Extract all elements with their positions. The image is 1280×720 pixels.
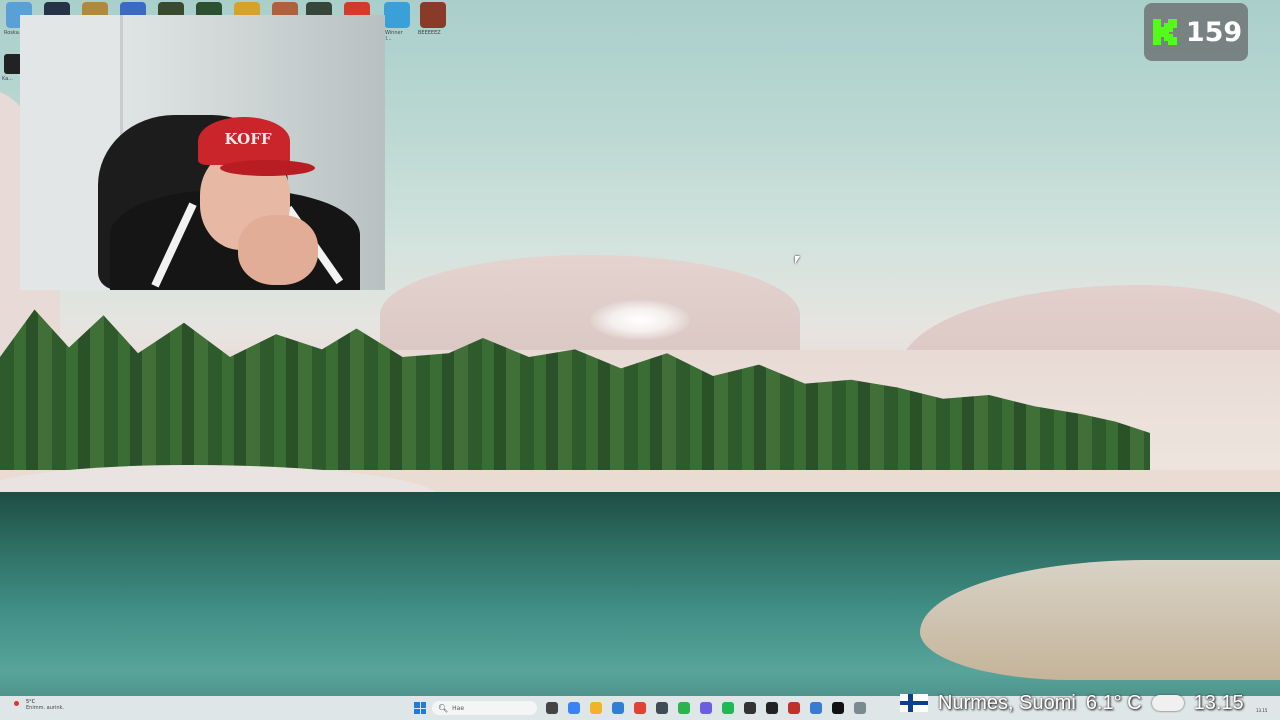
kick-logo-icon [1150, 17, 1180, 47]
start-button[interactable] [414, 702, 426, 714]
game-icon[interactable] [744, 702, 756, 714]
desktop-shortcut-label: yWinner Cl... [382, 30, 403, 42]
capcut-icon[interactable] [832, 702, 844, 714]
search-placeholder: Hae [452, 704, 465, 712]
viewer-count: 159 [1185, 16, 1243, 48]
app-icon-red[interactable] [788, 702, 800, 714]
app-icon-teal[interactable] [656, 702, 668, 714]
desktop-shortcut[interactable]: BEEEEEZ [418, 2, 446, 36]
overlay-temperature: 6.1° C [1085, 691, 1142, 714]
task-view-icon[interactable] [546, 702, 558, 714]
webcam-overlay: KOFF [20, 15, 385, 290]
app-icon-blue[interactable] [810, 702, 822, 714]
weather-desc: Enimm. aurink. [26, 705, 64, 711]
copilot-icon[interactable] [568, 702, 580, 714]
taskbar-search[interactable]: 🔍︎ Hae [432, 701, 537, 715]
cap-logo-text: KOFF [224, 130, 272, 148]
kick-viewer-badge: 159 [1144, 3, 1248, 61]
mouse-cursor-icon [795, 256, 800, 264]
app-icon-11 [384, 2, 410, 28]
app-icon-gray[interactable] [854, 702, 866, 714]
taskbar-weather-widget[interactable]: 5°C Enimm. aurink. [10, 699, 64, 711]
desktop-icon-side-label: Ka... [2, 76, 14, 82]
desktop-shortcut-label: BEEEEEZ [418, 30, 441, 36]
stream-info-overlay: Nurmes, Suomi 6.1° C 13.15 [900, 688, 1244, 718]
sun-glow [590, 300, 690, 340]
app-icon-12 [420, 2, 446, 28]
taskbar-apps [546, 702, 866, 714]
streamer-hand [238, 215, 318, 285]
desktop-icon-row: Roska... yWinner Cl... BEEEEEZ [0, 0, 446, 50]
cloud-icon [1151, 695, 1184, 711]
whatsapp-icon[interactable] [678, 702, 690, 714]
edge-icon[interactable] [612, 702, 624, 714]
app-icon-dark[interactable] [766, 702, 778, 714]
search-icon: 🔍︎ [438, 703, 449, 713]
overlay-time: 13.15 [1193, 691, 1244, 714]
overlay-location: Nurmes, Suomi [938, 691, 1076, 714]
chrome-icon[interactable] [634, 702, 646, 714]
tray-clock[interactable]: 13.15 [1256, 708, 1267, 713]
discord-icon[interactable] [700, 702, 712, 714]
desktop-shortcut[interactable]: yWinner Cl... [382, 2, 410, 42]
spotify-icon[interactable] [722, 702, 734, 714]
cap-brim [220, 160, 315, 176]
finland-flag-icon [900, 694, 928, 712]
file-explorer-icon[interactable] [590, 702, 602, 714]
